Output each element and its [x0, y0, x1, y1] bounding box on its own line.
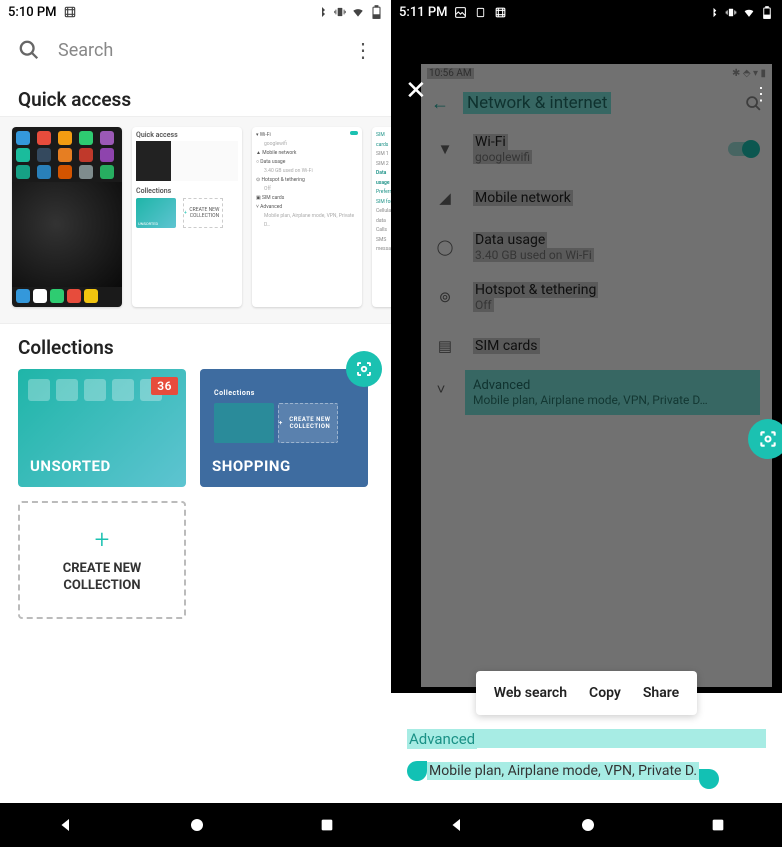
collection-shopping[interactable]: Collections + CREATE NEW COLLECTION SHOP… [200, 369, 368, 487]
collection-label: UNSORTED [30, 457, 111, 475]
bluetooth-icon [315, 5, 329, 19]
overflow-menu-icon[interactable]: ⋮ [752, 84, 770, 105]
status-bar: 5:10 PM [0, 0, 391, 24]
collection-label: SHOPPING [212, 457, 291, 475]
phone-right: 5:11 PM ✕ ⋮ 10:56 AM ✱ ⬘ ▾ ▮ ← Network &… [391, 0, 782, 847]
text-selection-sheet: Web search Copy Share Advanced Mobile pl… [391, 693, 782, 803]
context-menu: Web search Copy Share [476, 671, 697, 715]
menu-copy[interactable]: Copy [589, 685, 621, 701]
qa-card-settings-screen[interactable]: ▾ Wi-Fi googlewifi ▲ Mobile network ○ Da… [252, 127, 362, 307]
capture-fab-icon[interactable] [748, 419, 782, 459]
qa-card-collections-screen[interactable]: Quick access Collections UNSORTED +CREAT… [132, 127, 242, 307]
quick-access-row[interactable]: Quick access Collections UNSORTED +CREAT… [0, 116, 391, 324]
settings-title: Network & internet [463, 92, 611, 114]
bluetooth-icon [706, 5, 720, 19]
nav-home-icon[interactable] [579, 816, 597, 834]
nav-back-icon[interactable] [448, 816, 466, 834]
qa-card-homescreen[interactable] [12, 127, 122, 307]
create-collection-button[interactable]: + CREATE NEW COLLECTION [18, 501, 186, 619]
nav-bar [391, 803, 782, 847]
screenshot-app-icon [63, 5, 77, 19]
collection-unsorted[interactable]: 36 UNSORTED [18, 369, 186, 487]
row-wifi: ▼ Wi-Figooglewifi [421, 124, 772, 174]
data-usage-icon: ◯ [435, 238, 455, 256]
row-hotspot: ⊚ Hotspot & tetheringOff [421, 272, 772, 322]
unsorted-badge: 36 [151, 377, 178, 395]
sim-icon: ▤ [435, 337, 455, 355]
captured-screenshot[interactable]: 10:56 AM ✱ ⬘ ▾ ▮ ← Network & internet ▼ … [421, 64, 772, 687]
row-sim: ▤ SIM cards [421, 322, 772, 370]
collections-row: 36 UNSORTED Collections + CREATE NEW COL… [0, 369, 391, 487]
vibrate-icon [333, 5, 347, 19]
phone-left: 5:10 PM Search ⋮ Quick access [0, 0, 391, 847]
vibrate-icon [724, 5, 738, 19]
wifi-icon [351, 5, 365, 19]
battery-icon [760, 5, 774, 19]
wifi-icon [742, 5, 756, 19]
nav-recent-icon[interactable] [319, 817, 335, 833]
search-header[interactable]: Search ⋮ [0, 24, 391, 76]
search-icon [18, 39, 40, 61]
battery-icon [369, 5, 383, 19]
wifi-toggle [728, 142, 758, 156]
signal-icon: ◢ [435, 189, 455, 207]
close-icon[interactable]: ✕ [405, 76, 427, 106]
wifi-icon: ▼ [435, 140, 455, 158]
status-time: 5:10 PM [8, 5, 57, 20]
create-label: CREATE NEW COLLECTION [63, 561, 142, 595]
row-advanced: Advanced Mobile plan, Airplane mode, VPN… [465, 370, 760, 415]
status-bar: 5:11 PM [391, 0, 782, 24]
menu-web-search[interactable]: Web search [494, 685, 567, 701]
selection-handle-end[interactable] [699, 769, 719, 789]
qa-card-sim-screen[interactable]: SIM cards SIM 1 SIM 2 Data usage Preferr… [372, 127, 391, 307]
sd-icon [474, 5, 488, 19]
sheet-title[interactable]: Advanced [407, 729, 477, 749]
nav-back-icon[interactable] [57, 816, 75, 834]
overflow-menu-icon[interactable]: ⋮ [353, 38, 373, 62]
sheet-sub[interactable]: Mobile plan, Airplane mode, VPN, Private… [427, 762, 699, 780]
nav-home-icon[interactable] [188, 816, 206, 834]
capture-fab-icon[interactable] [346, 351, 382, 387]
plus-icon: + [95, 525, 110, 555]
image-icon [454, 5, 468, 19]
back-arrow-icon: ← [431, 93, 449, 114]
chevron-down-icon: ˅ [427, 370, 447, 398]
selection-handle-start[interactable] [407, 761, 427, 781]
row-data: ◯ Data usage3.40 GB used on Wi-Fi [421, 222, 772, 272]
shot-status-time: 10:56 AM [427, 68, 474, 79]
quick-access-title: Quick access [0, 76, 391, 121]
collections-title: Collections [0, 324, 391, 369]
nav-bar [0, 803, 391, 847]
hotspot-icon: ⊚ [435, 288, 455, 306]
nav-recent-icon[interactable] [710, 817, 726, 833]
search-input[interactable]: Search [58, 40, 335, 61]
screenshot-app-icon [494, 5, 508, 19]
status-time: 5:11 PM [399, 5, 448, 20]
row-mobile: ◢ Mobile network [421, 174, 772, 222]
menu-share[interactable]: Share [643, 685, 679, 701]
